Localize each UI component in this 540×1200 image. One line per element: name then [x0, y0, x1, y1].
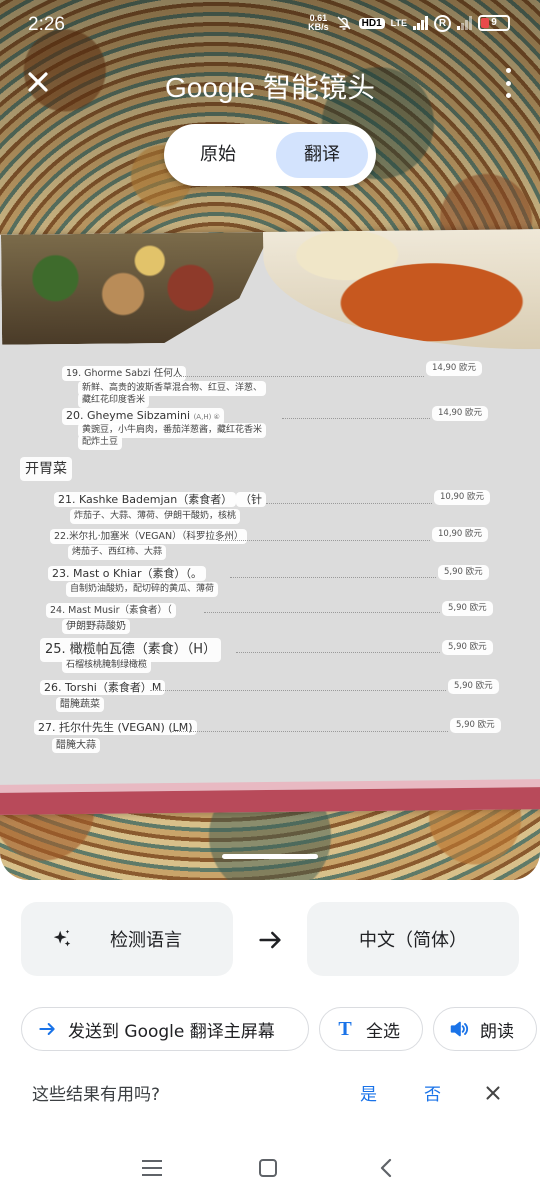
menu-item-name[interactable]: 27. 托尔什先生 (VEGAN) (LM) [34, 720, 197, 735]
leader-dots [218, 540, 430, 541]
menu-item-price[interactable]: 10,90 欧元 [432, 527, 489, 542]
target-language-label: 中文（简体） [359, 930, 467, 951]
menu-item-name[interactable]: 19. Ghorme Sabzi 任何人 [62, 366, 187, 381]
menu-item-desc[interactable]: 醋腌蔬菜 [56, 697, 104, 712]
menu-item-suffix[interactable]: （针 [236, 492, 266, 507]
net-speed-unit: KB/s [308, 22, 329, 32]
source-language-button[interactable]: 检测语言 [21, 902, 233, 976]
menu-item-name[interactable]: 23. Mast o Khiar（素食）（。 [48, 566, 206, 581]
menu-item-suffix: (A,H) ④ [193, 413, 220, 421]
tab-translate[interactable]: 翻译 [276, 132, 368, 178]
more-vert-icon [505, 68, 511, 73]
leader-dots [230, 577, 436, 578]
menu-item-price[interactable]: 14,90 欧元 [432, 406, 489, 421]
food-photo-right [262, 229, 540, 353]
menu-item-desc[interactable]: 醋腌大蒜 [52, 738, 100, 753]
menu-item-name[interactable]: 24. Mast Musir（素食者）（ [46, 603, 176, 618]
hd-badge: HD1 [358, 17, 385, 29]
arrow-right-icon [36, 1018, 58, 1040]
system-nav-bar [0, 1130, 540, 1200]
mode-toggle: 原始 翻译 [164, 124, 376, 186]
menu-item-desc[interactable]: 藏红花印度香米 [78, 393, 150, 408]
close-icon[interactable] [482, 1082, 504, 1104]
menu-item-name[interactable]: 26. Torshi（素食者）M [40, 680, 166, 695]
read-aloud-button[interactable]: 朗读 [433, 1007, 537, 1051]
more-vert-icon [505, 93, 511, 98]
menu-item-price[interactable]: 10,90 欧元 [434, 490, 491, 505]
leader-dots [204, 612, 440, 613]
select-all-label: 全选 [366, 1021, 400, 1042]
menu-item-name[interactable]: 22.米尔扎·加塞米（VEGAN）（科罗拉多州） [50, 529, 248, 544]
source-language-label: 检测语言 [110, 930, 182, 951]
title-rest: 智能镜头 [263, 72, 376, 103]
leader-dots [172, 731, 448, 732]
menu-item-price[interactable]: 14,90 欧元 [426, 361, 483, 376]
read-label: 朗读 [480, 1021, 514, 1042]
select-all-button[interactable]: T 全选 [319, 1007, 423, 1051]
arrow-right-icon [259, 931, 281, 949]
menu-item-price[interactable]: 5,90 欧元 [442, 640, 493, 655]
lens-title: Google 智能镜头 [0, 66, 540, 106]
food-photo-left [1, 232, 272, 345]
leader-dots [236, 652, 440, 653]
status-bar: 2:26 0.61 KB/s HD1 LTE R 9 [0, 0, 540, 50]
lte-label: LTE [390, 18, 407, 28]
menu-item-desc[interactable]: 自制奶油酸奶，配切碎的黄瓜、薄荷 [66, 582, 219, 597]
feedback-no-button[interactable]: 否 [424, 1080, 441, 1105]
menu-item-name-text: 20. Gheyme Sibzamini [66, 409, 191, 422]
menu-item-price[interactable]: 5,90 欧元 [438, 565, 489, 580]
more-options-button[interactable] [502, 68, 514, 98]
roaming-badge: R [434, 14, 451, 32]
back-icon[interactable] [376, 1157, 396, 1179]
battery-level: 9 [491, 17, 497, 28]
menu-item-desc[interactable]: 烤茄子、西红柿、大蒜 [68, 545, 167, 560]
net-speed: 0.61 KB/s [308, 14, 329, 32]
sheet-drag-handle[interactable] [222, 854, 318, 859]
menu-item-price[interactable]: 5,90 欧元 [450, 718, 501, 733]
battery-fill [481, 18, 489, 28]
volume-icon [448, 1018, 470, 1040]
signal-icon [413, 16, 428, 30]
leader-dots [266, 503, 432, 504]
send-label: 发送到 Google 翻译主屏幕 [68, 1021, 275, 1042]
menu-item-price[interactable]: 5,90 欧元 [448, 679, 499, 694]
status-time: 2:26 [28, 14, 65, 35]
target-language-button[interactable]: 中文（简体） [307, 902, 519, 976]
send-to-translate-button[interactable]: 发送到 Google 翻译主屏幕 [21, 1007, 309, 1051]
status-icons: 0.61 KB/s HD1 LTE R 9 [308, 14, 510, 32]
menu-item-desc[interactable]: 石榴核桃腌制绿橄榄 [62, 658, 152, 673]
sparkle-icon [53, 929, 71, 947]
menu-icon[interactable] [142, 1160, 162, 1176]
menu-item-desc[interactable]: 配炸土豆 [78, 435, 123, 450]
home-icon[interactable] [259, 1159, 277, 1177]
bell-off-icon [337, 16, 351, 30]
more-vert-icon [505, 80, 511, 86]
feedback-yes-button[interactable]: 是 [360, 1080, 377, 1105]
battery-icon: 9 [478, 15, 510, 31]
leader-dots [150, 690, 446, 691]
leader-dots [176, 376, 424, 377]
signal-icon-2 [457, 16, 472, 30]
menu-item-name[interactable]: 21. Kashke Bademjan（素食者） [54, 492, 237, 507]
feedback-question: 这些结果有用吗? [32, 1085, 161, 1105]
section-title[interactable]: 开胃菜 [20, 457, 72, 481]
title-brand: Google [164, 72, 256, 103]
tab-original[interactable]: 原始 [176, 132, 260, 178]
text-icon: T [338, 1017, 352, 1040]
menu-item-desc[interactable]: 炸茄子、大蒜、薄荷、伊朗干酸奶，核桃 [70, 509, 241, 524]
menu-item-price[interactable]: 5,90 欧元 [442, 601, 493, 616]
menu-item-desc[interactable]: 伊朗野蒜酸奶 [62, 619, 130, 634]
leader-dots [282, 418, 430, 419]
